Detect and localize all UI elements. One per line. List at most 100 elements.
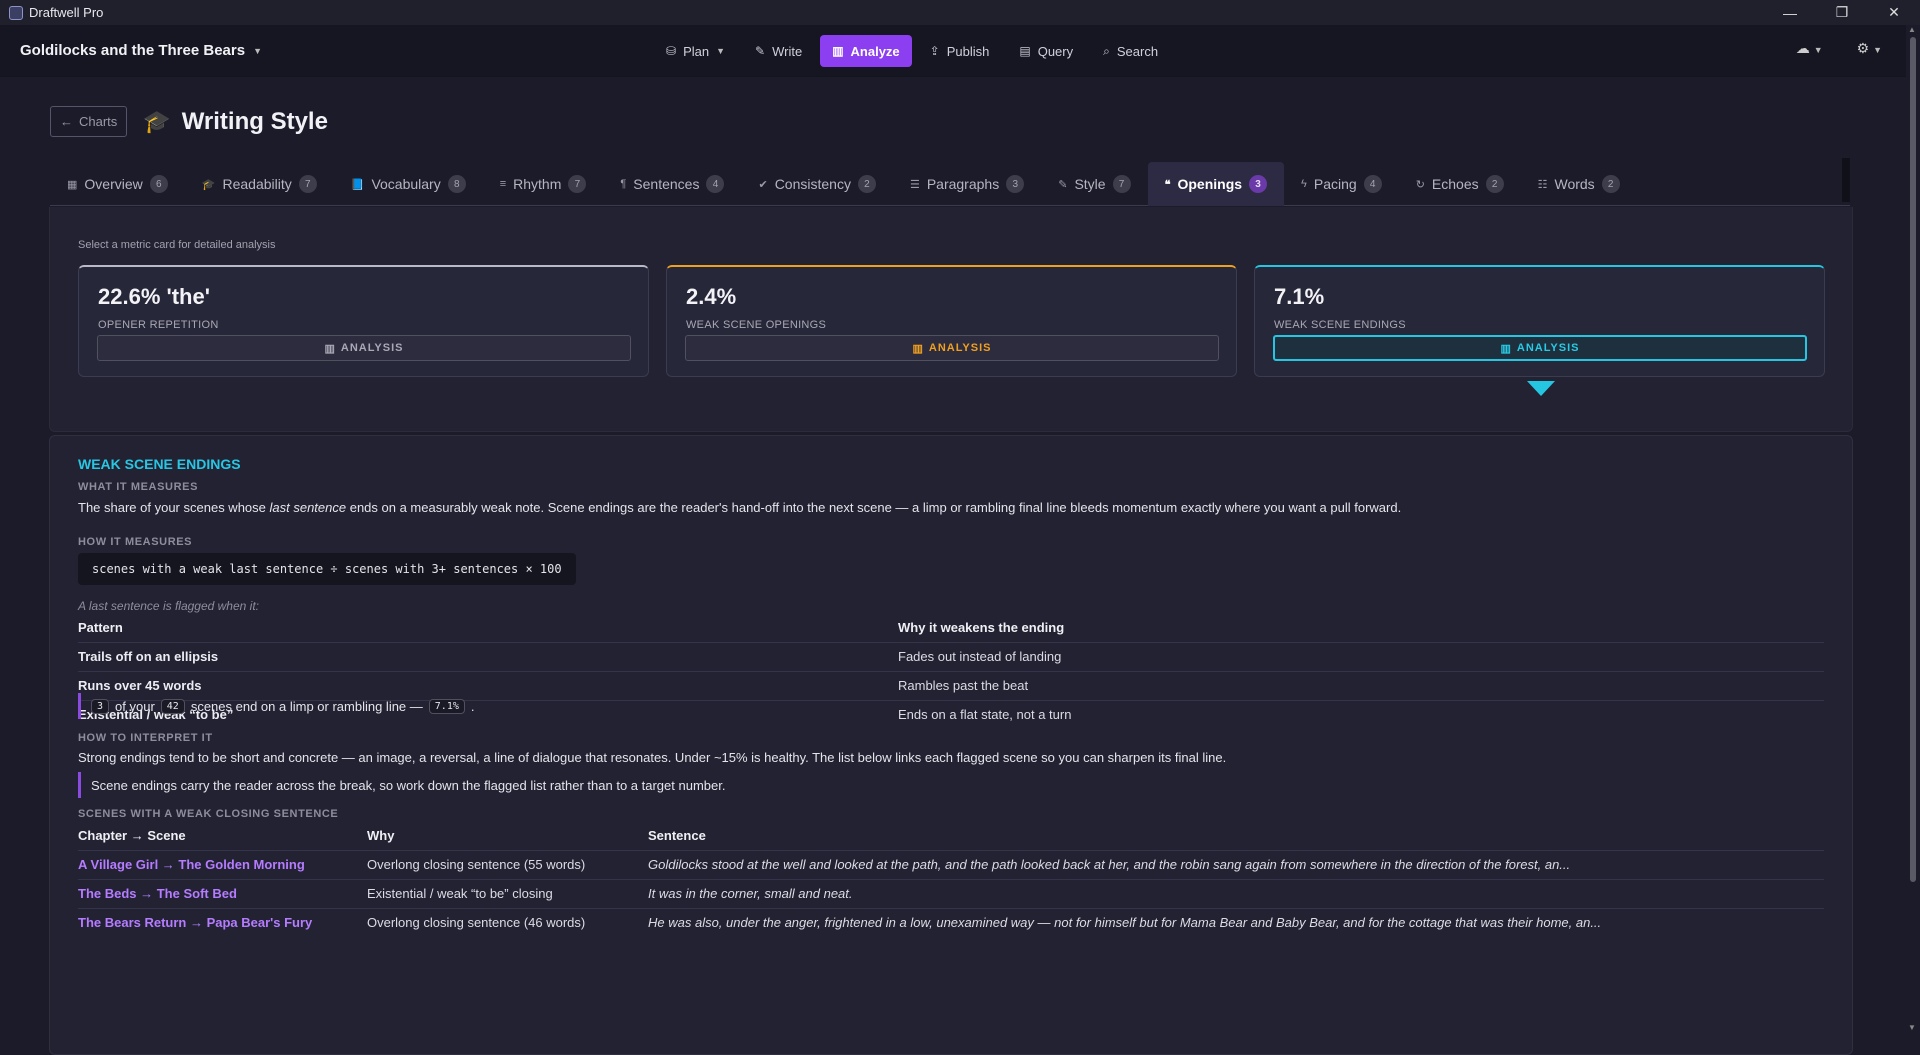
flagged-count-chip: 3	[91, 698, 110, 714]
project-selector[interactable]: Goldilocks and the Three Bears ▼	[20, 42, 262, 59]
formula-code: scenes with a weak last sentence ÷ scene…	[78, 553, 576, 585]
page-title-text: Writing Style	[181, 107, 328, 135]
graduation-cap-icon: 🎓	[201, 178, 216, 191]
sitemap-icon: ⛁	[666, 44, 677, 58]
redo-icon: ↻	[1415, 178, 1425, 191]
why-cell: Overlong closing sentence (55 words)	[367, 849, 648, 879]
sentence-cell: It was in the corner, small and neat.	[648, 878, 1824, 908]
tab-count-badge: 6	[149, 175, 168, 193]
app-icon	[9, 5, 23, 20]
tab-count-badge: 4	[706, 175, 725, 193]
table-row: The Bears Return → Papa Bear's Fury Overl…	[78, 907, 1824, 937]
nav-publish[interactable]: ⇪ Publish	[918, 35, 1002, 67]
tabs-scroll-edge	[1842, 158, 1850, 202]
tab-count-badge: 3	[1249, 175, 1268, 193]
tab-label: Sentences	[633, 176, 700, 192]
tab-label: Openings	[1177, 176, 1243, 192]
analysis-tabs: ▦ Overview 6 🎓 Readability 7 📘 Vocabulary 8 ≡ R…	[50, 158, 1850, 206]
formula-block: scenes with a weak last sentence ÷ scene…	[78, 553, 1824, 585]
nav-analyze[interactable]: ▥ Analyze	[820, 35, 912, 67]
back-to-charts-button[interactable]: ← Charts	[50, 106, 128, 137]
chevron-down-icon: ▼	[1813, 45, 1823, 55]
metric-value: 7.1%	[1274, 284, 1325, 309]
interpret-callout: Scene endings carry the reader across th…	[78, 772, 1824, 798]
tab-consistency[interactable]: ✔ Consistency 2	[741, 162, 892, 206]
tab-rhythm[interactable]: ≡ Rhythm 7	[483, 162, 604, 206]
scene-link[interactable]: The Bears Return → Papa Bear's Fury	[78, 915, 312, 930]
metric-value: 22.6% 'the'	[98, 284, 210, 309]
nav-query[interactable]: ▤ Query	[1007, 35, 1085, 67]
settings-menu[interactable]: ⚙ ▼	[1857, 40, 1882, 57]
tab-paragraphs[interactable]: ☰ Paragraphs 3	[893, 162, 1041, 206]
section-heading: WHAT IT MEASURES	[78, 481, 199, 493]
tab-label: Words	[1554, 176, 1595, 192]
cloud-icon: ☁	[1795, 40, 1810, 56]
detail-title: WEAK SCENE ENDINGS	[78, 456, 241, 472]
graduation-cap-icon: 🎓	[143, 108, 171, 134]
restore-button[interactable]: ❐	[1816, 0, 1868, 25]
gear-icon: ⚙	[1856, 40, 1870, 56]
window-title: Draftwell Pro	[29, 5, 104, 20]
tab-label: Pacing	[1313, 176, 1357, 192]
analysis-button[interactable]: ▥ ANALYSIS	[685, 335, 1219, 361]
nav-search[interactable]: ⌕ Search	[1091, 35, 1170, 67]
tab-echoes[interactable]: ↻ Echoes 2	[1399, 162, 1521, 206]
sentence-cell: Goldilocks stood at the well and looked …	[648, 849, 1824, 879]
check-circle-icon: ✔	[758, 178, 768, 191]
scroll-up-arrow[interactable]: ▲	[1908, 25, 1916, 34]
tab-overview[interactable]: ▦ Overview 6	[50, 162, 185, 206]
nav-label: Write	[772, 43, 803, 59]
why-cell: Existential / weak “to be” closing	[367, 878, 648, 908]
metric-cards-panel: Select a metric card for detailed analys…	[49, 207, 1853, 432]
chevron-down-icon: ▼	[253, 45, 262, 56]
scene-cell: A Village Girl → The Golden Morning	[78, 849, 367, 879]
metric-hint: Select a metric card for detailed analys…	[78, 239, 276, 251]
scrollbar-thumb[interactable]	[1910, 37, 1916, 882]
column-header: Pattern	[78, 620, 123, 636]
nav-plan[interactable]: ⛁ Plan ▼	[654, 35, 737, 67]
column-header: Chapter → Scene	[78, 828, 186, 844]
metric-card-opener-repetition[interactable]: 22.6% 'the' OPENER REPETITION ▥ ANALYSIS	[78, 265, 649, 377]
section-heading: HOW IT MEASURES	[78, 536, 193, 548]
pencil-icon: ✎	[755, 44, 766, 58]
selected-card-pointer	[1527, 381, 1555, 396]
analysis-button[interactable]: ▥ ANALYSIS	[97, 335, 631, 361]
tab-openings[interactable]: ❝ Openings 3	[1147, 162, 1285, 206]
what-it-measures-text: The share of your scenes whose last sent…	[78, 500, 1824, 515]
scene-link[interactable]: The Beds → The Soft Bed	[78, 886, 237, 901]
why-cell: Overlong closing sentence (46 words)	[367, 907, 648, 937]
tab-pacing[interactable]: ϟ Pacing 4	[1284, 162, 1399, 206]
list-icon: ☰	[909, 178, 920, 191]
table-row: Trails off on an ellipsis Fades out inste…	[78, 641, 1824, 671]
chevron-down-icon: ▼	[1873, 45, 1882, 55]
table-icon: ▤	[1019, 44, 1031, 58]
column-header: Sentence	[648, 828, 706, 844]
scene-link[interactable]: A Village Girl → The Golden Morning	[78, 857, 305, 872]
tab-readability[interactable]: 🎓 Readability 7	[185, 162, 334, 206]
nav-write[interactable]: ✎ Write	[743, 35, 814, 67]
pencil-icon: ✎	[1058, 178, 1068, 191]
tab-count-badge: 4	[1363, 175, 1382, 193]
bolt-icon: ϟ	[1301, 178, 1307, 190]
reason-cell: Fades out instead of landing	[898, 641, 1824, 671]
tab-count-badge: 7	[298, 175, 317, 193]
scroll-down-arrow[interactable]: ▼	[1908, 1023, 1916, 1032]
interpret-text: Strong endings tend to be short and conc…	[78, 750, 1227, 765]
column-header: Why	[367, 828, 395, 844]
minimize-button[interactable]: —	[1764, 0, 1816, 25]
percent-chip: 7.1%	[428, 698, 465, 714]
analysis-button[interactable]: ▥ ANALYSIS	[1273, 335, 1807, 361]
grid-icon: ▦	[67, 178, 78, 191]
page-scrollbar[interactable]: ▲ ▼	[1906, 25, 1920, 1032]
metric-card-weak-scene-openings[interactable]: 2.4% WEAK SCENE OPENINGS ▥ ANALYSIS	[666, 265, 1237, 377]
tab-style[interactable]: ✎ Style 7	[1041, 162, 1147, 206]
cloud-sync-menu[interactable]: ☁ ▼	[1796, 40, 1823, 57]
metric-card-weak-scene-endings[interactable]: 7.1% WEAK SCENE ENDINGS ▥ ANALYSIS	[1254, 265, 1825, 377]
summary-text: of your	[115, 698, 155, 714]
tab-sentences[interactable]: ¶ Sentences 4	[603, 162, 741, 206]
scenes-table: Chapter → Scene Why Sentence A Village G…	[78, 822, 1824, 937]
analysis-button-label: ANALYSIS	[340, 342, 404, 354]
tab-words[interactable]: ☷ Words 2	[1521, 162, 1637, 206]
close-button[interactable]: ✕	[1868, 0, 1920, 25]
tab-vocabulary[interactable]: 📘 Vocabulary 8	[334, 162, 483, 206]
